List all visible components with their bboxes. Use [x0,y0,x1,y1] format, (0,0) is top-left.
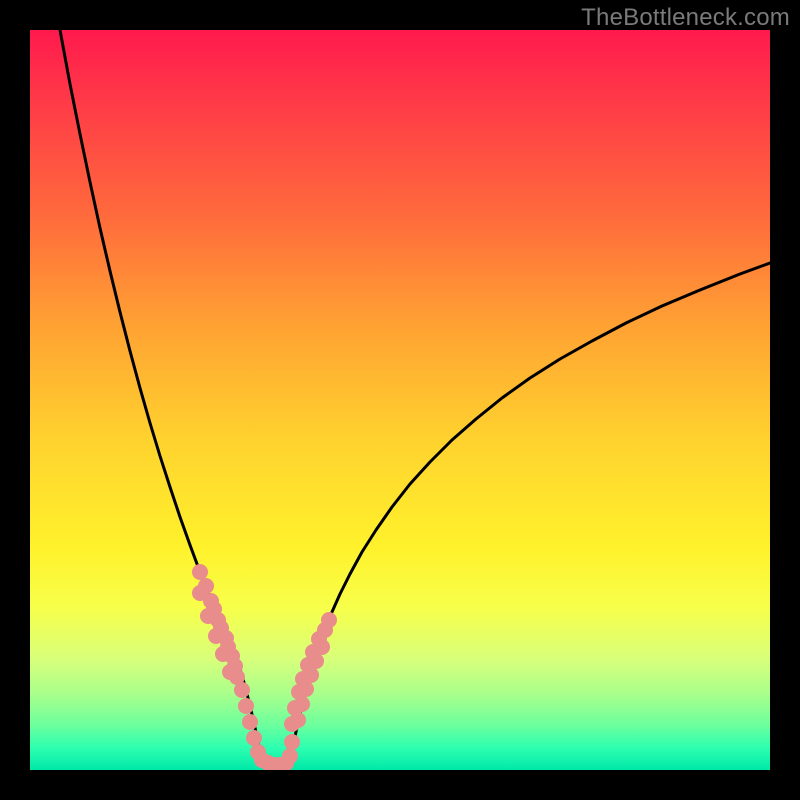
bottom-dot [234,682,250,698]
watermark-label: TheBottleneck.com [581,4,790,32]
bottom-dot [246,730,262,746]
right-dot [290,712,306,728]
right-dot [321,612,337,628]
right-dot [308,653,324,669]
chart-frame: TheBottleneck.com [0,0,800,800]
curve-right-branch [290,263,770,762]
right-dot [314,639,330,655]
plot-area [30,30,770,770]
right-dot [298,681,314,697]
bottom-dot [282,748,298,764]
bottom-dot [284,734,300,750]
right-dot [303,667,319,683]
bottom-dot [242,714,258,730]
bottom-dot [238,698,254,714]
dot-group [192,564,337,770]
curve-group [60,30,770,765]
chart-svg [30,30,770,770]
right-dot [294,696,310,712]
left-dot [192,564,208,580]
